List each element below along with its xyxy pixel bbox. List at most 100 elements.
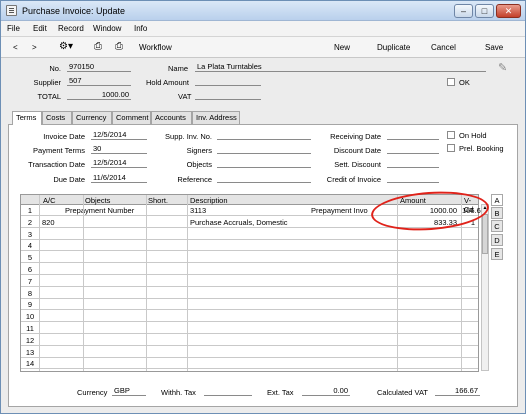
tab-comment[interactable]: Comment: [112, 111, 151, 124]
cancel-button[interactable]: Cancel: [431, 43, 456, 52]
col-short-header: Short.: [148, 196, 169, 205]
tab-costs[interactable]: Costs: [42, 111, 72, 124]
supplier-field[interactable]: 507: [67, 76, 131, 86]
cell-desc2[interactable]: Prepayment Invo: [311, 206, 368, 215]
row-number: 5: [27, 253, 33, 263]
prel-booking-checkbox[interactable]: [447, 144, 455, 152]
supp-inv-field[interactable]: [217, 130, 311, 140]
due-date-field[interactable]: 11/6/2014: [91, 173, 147, 183]
row-number: 11: [26, 324, 34, 333]
objects-label: Objects: [186, 160, 212, 169]
gear-icon[interactable]: ⚙▾: [59, 41, 73, 52]
signers-field[interactable]: [217, 144, 311, 154]
print-preview-icon[interactable]: ⎙: [115, 41, 123, 52]
sett-discount-field[interactable]: [387, 158, 439, 168]
credit-of-invoice-field[interactable]: [387, 173, 439, 183]
new-button[interactable]: New: [334, 43, 350, 52]
toolbar: < > ⚙▾ ⎙ ⎙ Workflow New Duplicate Cancel…: [1, 37, 525, 58]
total-label: TOTAL: [37, 92, 61, 101]
grid-scrollbar[interactable]: ▲: [481, 204, 489, 371]
ext-tax-field: 0.00: [302, 386, 350, 396]
table-row[interactable]: 7: [21, 276, 478, 287]
maximize-button[interactable]: □: [475, 4, 494, 18]
minimize-button[interactable]: –: [454, 4, 473, 18]
calculated-vat-field: 166.67: [435, 386, 480, 396]
card-tab-e[interactable]: E: [491, 248, 503, 260]
on-hold-checkbox[interactable]: [447, 131, 455, 139]
name-field[interactable]: La Plata Turntables: [195, 62, 486, 72]
table-row[interactable]: 8: [21, 288, 478, 299]
reference-field[interactable]: [217, 173, 311, 183]
supplier-label: Supplier: [33, 78, 61, 87]
row-number: 9: [27, 300, 33, 310]
table-row[interactable]: 13: [21, 347, 478, 358]
table-row[interactable]: 6: [21, 264, 478, 275]
title-bar: Purchase Invoice: Update – □ ✕: [1, 1, 525, 21]
on-hold-label: On Hold: [459, 131, 487, 140]
print-icon[interactable]: ⎙: [94, 41, 102, 52]
ok-label: OK: [459, 78, 470, 87]
document-icon: [6, 5, 17, 16]
row-number: 6: [27, 265, 33, 274]
objects-field[interactable]: [217, 158, 311, 168]
window-title: Purchase Invoice: Update: [22, 6, 126, 16]
save-button[interactable]: Save: [485, 43, 503, 52]
menu-info[interactable]: Info: [134, 24, 147, 33]
supp-inv-label: Supp. Inv. No.: [165, 132, 212, 141]
previous-record-button[interactable]: <: [13, 43, 18, 52]
close-button[interactable]: ✕: [496, 4, 521, 18]
card-tab-b[interactable]: B: [491, 207, 503, 219]
col-ac-header: A/C: [43, 196, 56, 205]
cell-objects[interactable]: Prepayment Number: [65, 206, 134, 215]
table-row[interactable]: 11: [21, 323, 478, 334]
row-number: 8: [27, 288, 33, 298]
table-row[interactable]: 9: [21, 299, 478, 311]
grid-divider: [83, 195, 84, 371]
tab-terms[interactable]: Terms: [12, 111, 42, 125]
grid-divider: [187, 195, 188, 371]
menu-edit[interactable]: Edit: [33, 24, 47, 33]
cell-ac[interactable]: 820: [42, 218, 55, 227]
row-number: 13: [25, 347, 35, 357]
prel-booking-label: Prel. Booking: [459, 144, 504, 153]
app-window: Purchase Invoice: Update – □ ✕ File Edit…: [0, 0, 526, 414]
discount-date-field[interactable]: [387, 144, 439, 154]
receiving-date-field[interactable]: [387, 130, 439, 140]
number-field[interactable]: 970150: [67, 62, 131, 72]
menu-file[interactable]: File: [7, 24, 20, 33]
card-tab-c[interactable]: C: [491, 220, 503, 232]
currency-field[interactable]: GBP: [112, 386, 146, 396]
calculated-vat-label: Calculated VAT: [377, 388, 428, 397]
row-number: 14: [25, 359, 35, 369]
workflow-button[interactable]: Workflow: [139, 43, 172, 52]
hold-amount-field[interactable]: [195, 76, 261, 86]
cell-desc[interactable]: 3113: [190, 206, 206, 215]
table-row[interactable]: 5: [21, 252, 478, 264]
invoice-date-label: Invoice Date: [43, 132, 85, 141]
table-row[interactable]: 10: [21, 311, 478, 323]
ext-tax-label: Ext. Tax: [267, 388, 294, 397]
duplicate-button[interactable]: Duplicate: [377, 43, 410, 52]
table-row[interactable]: 14: [21, 358, 478, 370]
menu-window[interactable]: Window: [93, 24, 121, 33]
due-date-label: Due Date: [53, 175, 85, 184]
receiving-date-label: Receiving Date: [330, 132, 381, 141]
tab-currency[interactable]: Currency: [72, 111, 112, 124]
tab-accounts[interactable]: Accounts: [151, 111, 192, 124]
menu-bar: File Edit Record Window Info: [1, 21, 525, 37]
table-row[interactable]: 4: [21, 240, 478, 252]
table-row[interactable]: 12: [21, 335, 478, 346]
paperclip-icon[interactable]: ✎: [498, 61, 507, 74]
ok-checkbox[interactable]: [447, 78, 455, 86]
card-tab-a[interactable]: A: [491, 194, 503, 206]
invoice-date-field[interactable]: 12/5/2014: [91, 130, 147, 140]
next-record-button[interactable]: >: [32, 43, 37, 52]
transaction-date-field[interactable]: 12/5/2014: [91, 158, 147, 168]
card-tab-d[interactable]: D: [491, 234, 503, 246]
grid-divider: [39, 195, 40, 371]
tab-inv-address[interactable]: Inv. Address: [192, 111, 240, 124]
menu-record[interactable]: Record: [58, 24, 84, 33]
scroll-thumb[interactable]: [482, 214, 488, 254]
cell-desc[interactable]: Purchase Accruals, Domestic: [190, 218, 288, 227]
payment-terms-field[interactable]: 30: [91, 144, 147, 154]
